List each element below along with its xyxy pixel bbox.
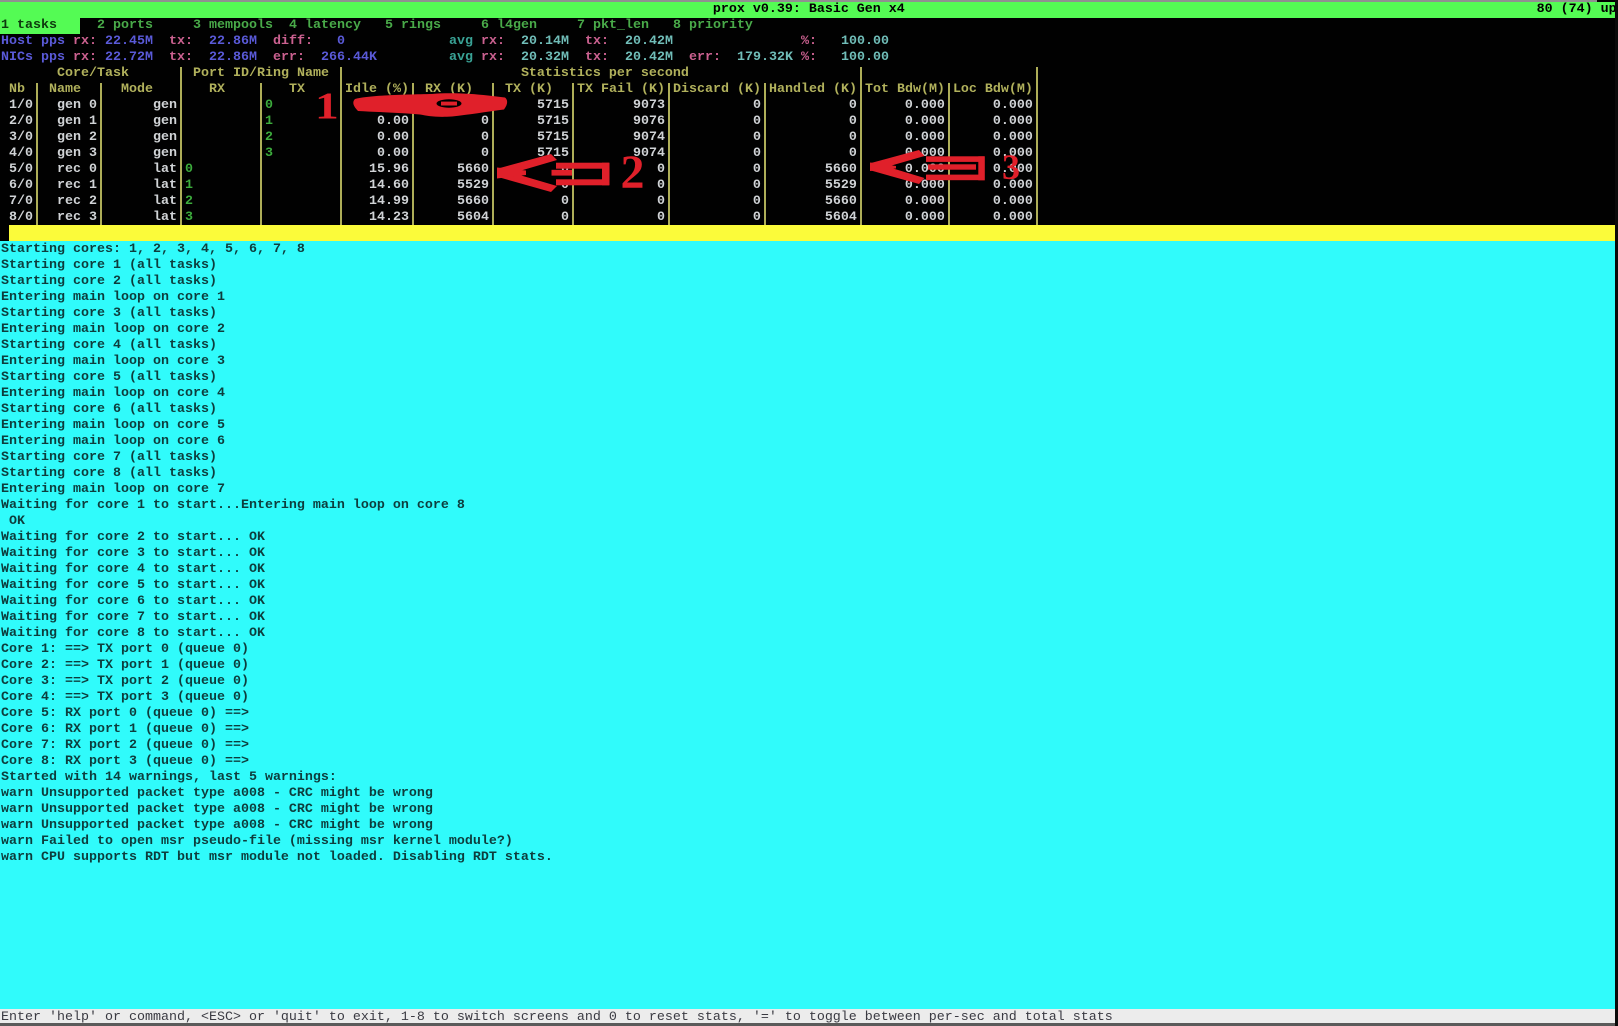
svg-text:3: 3 (1002, 147, 1020, 187)
svg-text:2: 2 (621, 146, 645, 199)
svg-text:1: 1 (315, 86, 339, 128)
